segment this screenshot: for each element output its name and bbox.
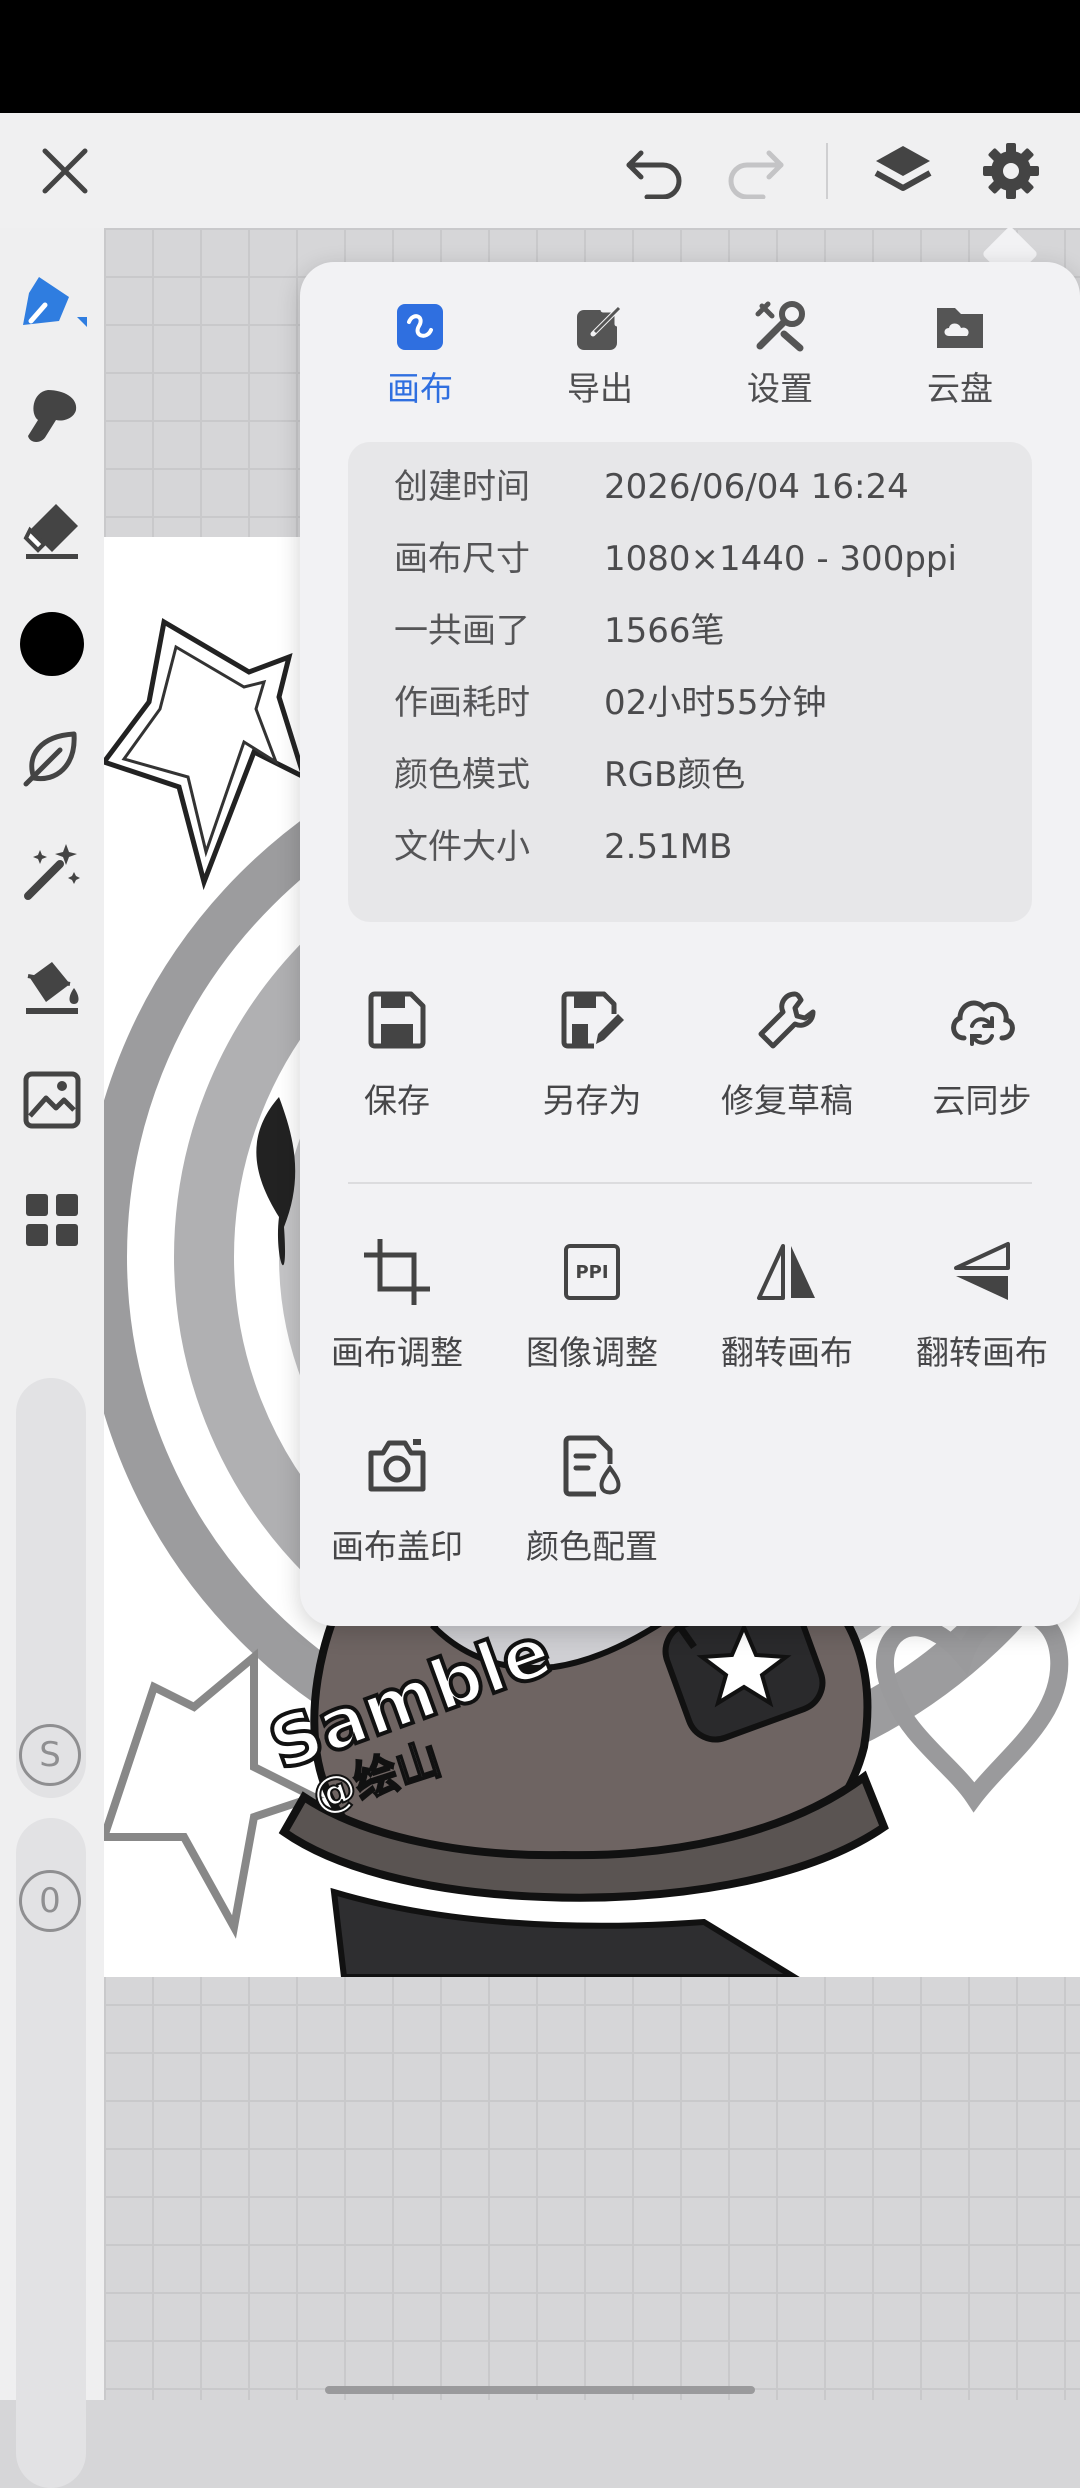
magic-wand-icon [24, 844, 80, 900]
leaf-tool[interactable] [14, 720, 90, 796]
save-icon [368, 991, 426, 1049]
image-import-tool[interactable] [14, 1062, 90, 1138]
info-key: 一共画了 [394, 611, 530, 651]
leaf-icon [23, 731, 77, 787]
undo-button[interactable] [610, 113, 700, 228]
export-icon [577, 306, 621, 350]
topbar-separator [826, 143, 828, 199]
tab-canvas-label: 画布 [387, 369, 453, 408]
color-swatch[interactable] [14, 606, 90, 682]
opacity-badge[interactable]: 0 [19, 1870, 81, 1932]
ppi-icon-text: PPI [575, 1261, 609, 1283]
layers-button[interactable] [858, 113, 948, 228]
more-tools-button[interactable] [14, 1182, 90, 1258]
image-adjust-button[interactable]: PPI 图像调整 [497, 1232, 687, 1392]
tab-settings[interactable]: 设置 [690, 292, 870, 412]
color-config-icon [563, 1435, 621, 1497]
info-key: 画布尺寸 [394, 539, 530, 579]
info-value: 2.51MB [604, 827, 733, 867]
smudge-tool[interactable] [14, 378, 90, 454]
brush-icon [23, 277, 87, 327]
info-value: 2026/06/04 16:24 [604, 467, 909, 507]
close-icon [42, 148, 88, 193]
info-value: 02小时55分钟 [604, 683, 827, 723]
tab-cloud-drive[interactable]: 云盘 [870, 292, 1050, 412]
save-as-icon [561, 991, 624, 1049]
cloud-sync-button[interactable]: 云同步 [887, 980, 1077, 1140]
eraser-icon [23, 504, 78, 559]
save-as-button[interactable]: 另存为 [497, 980, 687, 1140]
canvas-menu-popover: 画布 导出 设置 云盘 创建时间 2026/06/04 16:24 画布尺寸 1… [300, 262, 1080, 1626]
left-toolbar: S 0 [0, 228, 104, 2488]
flip-horizontal-label: 翻转画布 [721, 1333, 853, 1372]
repair-draft-button[interactable]: 修复草稿 [692, 980, 882, 1140]
crop-icon [364, 1239, 430, 1305]
redo-icon [728, 150, 784, 199]
info-key: 文件大小 [394, 827, 530, 867]
tab-settings-label: 设置 [747, 369, 813, 408]
fill-bucket-icon [26, 962, 79, 1014]
color-config-button[interactable]: 颜色配置 [497, 1426, 687, 1586]
flip-canvas-vertical-button[interactable]: 翻转画布 [887, 1232, 1077, 1392]
camera-icon [368, 1439, 426, 1492]
save-as-label: 另存为 [542, 1081, 642, 1120]
close-button[interactable] [20, 113, 110, 228]
canvas-adjust-button[interactable]: 画布调整 [302, 1232, 492, 1392]
tab-cloud-drive-label: 云盘 [927, 369, 993, 408]
info-key: 颜色模式 [394, 755, 530, 795]
cloud-sync-label: 云同步 [932, 1081, 1032, 1120]
flip-vertical-label: 翻转画布 [916, 1333, 1048, 1372]
tab-canvas[interactable]: 画布 [330, 292, 510, 412]
info-key: 创建时间 [394, 467, 530, 507]
eraser-tool[interactable] [14, 492, 90, 568]
size-badge[interactable]: S [19, 1724, 81, 1786]
home-indicator [325, 2386, 755, 2394]
cloud-drive-icon [937, 308, 983, 348]
tools-icon [755, 301, 805, 352]
canvas-adjust-label: 画布调整 [331, 1333, 463, 1372]
info-key: 作画耗时 [394, 683, 530, 723]
cloud-sync-icon [951, 1000, 1015, 1046]
undo-icon [626, 150, 682, 199]
info-value: RGB颜色 [604, 755, 746, 795]
status-bar [0, 0, 1080, 113]
image-import-icon [23, 1071, 81, 1129]
flip-horizontal-icon [757, 1244, 815, 1300]
tab-export[interactable]: 导出 [510, 292, 690, 412]
settings-button[interactable] [966, 113, 1056, 228]
flip-vertical-icon [954, 1242, 1010, 1300]
current-color [20, 612, 84, 676]
top-bar [0, 113, 1080, 228]
repair-draft-label: 修复草稿 [721, 1081, 853, 1120]
save-button[interactable]: 保存 [302, 980, 492, 1140]
color-config-label: 颜色配置 [526, 1527, 658, 1566]
layers-icon [874, 145, 932, 191]
canvas-icon [397, 304, 443, 350]
tab-export-label: 导出 [567, 369, 633, 408]
gear-icon [983, 142, 1039, 199]
brush-tool[interactable] [14, 264, 90, 340]
flip-canvas-horizontal-button[interactable]: 翻转画布 [692, 1232, 882, 1392]
fill-bucket-tool[interactable] [14, 948, 90, 1024]
ppi-icon: PPI [564, 1244, 620, 1300]
canvas-stamp-button[interactable]: 画布盖印 [302, 1426, 492, 1586]
menu-divider [348, 1182, 1032, 1184]
smudge-icon [28, 390, 77, 442]
canvas-info-card: 创建时间 2026/06/04 16:24 画布尺寸 1080×1440 - 3… [348, 442, 1032, 922]
wrench-icon [758, 991, 816, 1049]
redo-button[interactable] [710, 113, 800, 228]
save-label: 保存 [364, 1081, 430, 1120]
magic-wand-tool[interactable] [14, 834, 90, 910]
info-value: 1080×1440 - 300ppi [604, 539, 957, 579]
grid-menu-icon [26, 1194, 78, 1246]
canvas-stamp-label: 画布盖印 [331, 1527, 463, 1566]
image-adjust-label: 图像调整 [526, 1333, 658, 1372]
info-value: 1566笔 [604, 611, 725, 651]
